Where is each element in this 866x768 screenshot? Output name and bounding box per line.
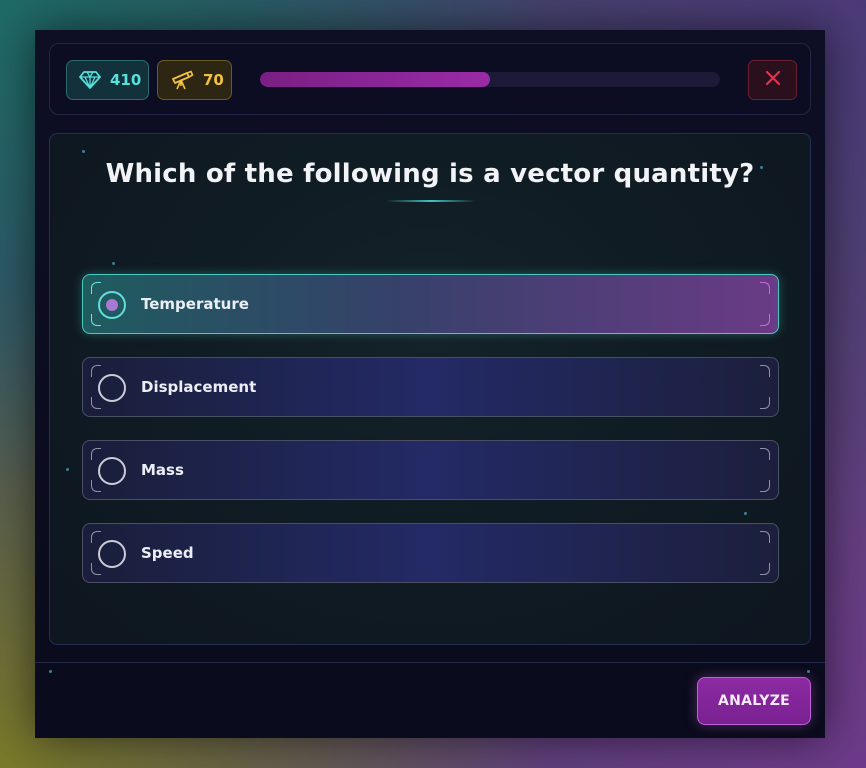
diamond-icon bbox=[79, 70, 101, 90]
analyze-button[interactable]: ANALYZE bbox=[697, 677, 811, 725]
corner-bracket bbox=[91, 282, 101, 294]
telescopes-counter: 70 bbox=[157, 60, 232, 100]
answer-option[interactable]: Speed bbox=[82, 523, 779, 583]
progress-fill bbox=[260, 72, 490, 87]
decor-dot bbox=[744, 512, 747, 515]
answer-option[interactable]: Mass bbox=[82, 440, 779, 500]
quiz-window: 410 70 Which of the following is a vecto… bbox=[35, 30, 825, 738]
telescope-icon bbox=[170, 70, 194, 90]
corner-bracket bbox=[760, 397, 770, 409]
option-label: Displacement bbox=[141, 378, 257, 396]
radio-button[interactable] bbox=[98, 291, 126, 319]
radio-button[interactable] bbox=[98, 540, 126, 568]
corner-bracket bbox=[91, 314, 101, 326]
telescopes-count: 70 bbox=[203, 71, 224, 89]
corner-bracket bbox=[91, 531, 101, 543]
corner-bracket bbox=[760, 448, 770, 460]
gems-counter: 410 bbox=[66, 60, 149, 100]
corner-bracket bbox=[760, 563, 770, 575]
progress-bar bbox=[260, 72, 720, 87]
corner-bracket bbox=[760, 282, 770, 294]
option-label: Mass bbox=[141, 461, 184, 479]
decor-dot bbox=[807, 670, 810, 673]
radio-button[interactable] bbox=[98, 457, 126, 485]
answer-option[interactable]: Displacement bbox=[82, 357, 779, 417]
option-label: Temperature bbox=[141, 295, 249, 313]
corner-bracket bbox=[760, 314, 770, 326]
close-button[interactable] bbox=[748, 60, 797, 100]
top-bar: 410 70 bbox=[49, 43, 811, 115]
decor-dot bbox=[66, 468, 69, 471]
corner-bracket bbox=[91, 365, 101, 377]
close-icon bbox=[765, 70, 781, 90]
corner-bracket bbox=[91, 563, 101, 575]
corner-bracket bbox=[760, 365, 770, 377]
option-label: Speed bbox=[141, 544, 194, 562]
footer-divider bbox=[35, 662, 825, 663]
corner-bracket bbox=[91, 397, 101, 409]
question-text: Which of the following is a vector quant… bbox=[105, 159, 755, 189]
decor-dot bbox=[49, 670, 52, 673]
decor-dot bbox=[112, 262, 115, 265]
gems-count: 410 bbox=[110, 71, 142, 89]
radio-button[interactable] bbox=[98, 374, 126, 402]
radio-dot bbox=[106, 299, 118, 311]
corner-bracket bbox=[91, 448, 101, 460]
question-panel: Which of the following is a vector quant… bbox=[49, 133, 811, 645]
corner-bracket bbox=[760, 531, 770, 543]
answer-option[interactable]: Temperature bbox=[82, 274, 779, 334]
question-underline bbox=[386, 200, 476, 202]
decor-dot bbox=[82, 150, 85, 153]
corner-bracket bbox=[91, 480, 101, 492]
corner-bracket bbox=[760, 480, 770, 492]
